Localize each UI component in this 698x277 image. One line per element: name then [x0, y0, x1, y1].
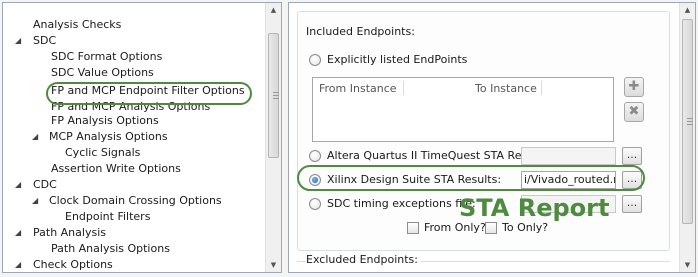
tree-item[interactable]: Endpoint Filters	[65, 209, 150, 225]
tree-item[interactable]: Analysis Checks	[33, 17, 121, 33]
tree-item[interactable]: Check Options	[33, 257, 113, 272]
tree-expander-icon[interactable]: ◢	[15, 33, 21, 49]
tree-item[interactable]: FP Analysis Options	[51, 113, 159, 129]
tree-item[interactable]: Path Analysis Options	[51, 241, 170, 257]
to-only-label: To Only?	[502, 221, 549, 234]
xilinx-browse-button[interactable]: ...	[622, 171, 642, 189]
panel-scrollbar[interactable]: ▲ ▼	[679, 3, 695, 272]
dialog: Analysis Checks ◢ SDC SDC Format Options SDC…	[0, 0, 698, 277]
xilinx-label: Xilinx Design Suite STA Results:	[327, 173, 502, 186]
altera-browse-button[interactable]: ...	[622, 147, 642, 165]
tree-item[interactable]: SDC	[33, 33, 56, 49]
from-only-checkbox[interactable]	[407, 222, 419, 234]
to-only-checkbox[interactable]	[485, 222, 497, 234]
endpoint-panel: Included Endpoints: Explicitly listed En…	[288, 2, 696, 273]
tree-item[interactable]: FP and MCP Endpoint Filter Options	[51, 83, 245, 99]
xilinx-path-field[interactable]: i/Vivado_routed.rpt	[521, 171, 616, 189]
tree-expander-icon[interactable]: ◢	[15, 225, 21, 241]
panel-scroll-thumb[interactable]	[682, 19, 693, 224]
remove-endpoint-button[interactable]: ✖	[624, 102, 644, 122]
altera-radio[interactable]	[309, 150, 321, 162]
tree-item[interactable]: Assertion Write Options	[51, 161, 181, 177]
sdc-browse-button[interactable]: ...	[622, 195, 642, 213]
tree-item[interactable]: CDC	[33, 177, 57, 193]
tree-item[interactable]: Path Analysis	[33, 225, 106, 241]
xilinx-radio[interactable]	[309, 174, 321, 186]
tree-expander-icon[interactable]: ◢	[15, 177, 21, 193]
sta-report-annotation: STA Report	[459, 194, 610, 222]
add-icon: ✚	[628, 79, 640, 94]
panel-scroll-down-arrow-icon[interactable]: ▼	[680, 258, 695, 272]
excluded-endpoints-title: Excluded Endpoints:	[306, 253, 421, 266]
tree-item[interactable]: Cyclic Signals	[65, 145, 140, 161]
tree-expander-icon[interactable]: ◢	[32, 193, 38, 209]
altera-label: Altera Quartus II TimeQuest STA Results:	[327, 149, 551, 162]
options-tree: Analysis Checks ◢ SDC SDC Format Options SDC…	[2, 2, 282, 273]
altera-path-field[interactable]	[521, 147, 616, 165]
tree-item[interactable]: SDC Format Options	[51, 49, 162, 65]
scroll-down-arrow-icon[interactable]: ▼	[266, 258, 281, 272]
add-endpoint-button[interactable]: ✚	[624, 77, 644, 97]
tree-scroll-thumb[interactable]	[268, 33, 279, 158]
endpoint-table[interactable]: From Instance To Instance	[312, 77, 614, 142]
included-endpoints-title: Included Endpoints:	[306, 25, 415, 38]
tree-item[interactable]: SDC Value Options	[51, 65, 154, 81]
remove-icon: ✖	[628, 104, 640, 119]
explicit-endpoints-label: Explicitly listed EndPoints	[327, 53, 468, 66]
tree-scrollbar[interactable]: ▲ ▼	[265, 3, 281, 272]
panel-scroll-up-arrow-icon[interactable]: ▲	[680, 3, 695, 17]
tree-item[interactable]: Clock Domain Crossing Options	[49, 193, 222, 209]
scroll-up-arrow-icon[interactable]: ▲	[266, 3, 281, 17]
explicit-endpoints-radio[interactable]	[309, 54, 321, 66]
tree-expander-icon[interactable]: ◢	[32, 129, 38, 145]
col-from-instance: From Instance	[319, 82, 397, 95]
sdc-label: SDC timing exceptions file:	[327, 197, 476, 210]
tree-item[interactable]: MCP Analysis Options	[49, 129, 168, 145]
col-to-instance: To Instance	[475, 82, 537, 95]
tree-expander-icon[interactable]: ◢	[15, 257, 21, 272]
sdc-radio[interactable]	[309, 198, 321, 210]
from-only-label: From Only?	[424, 221, 486, 234]
